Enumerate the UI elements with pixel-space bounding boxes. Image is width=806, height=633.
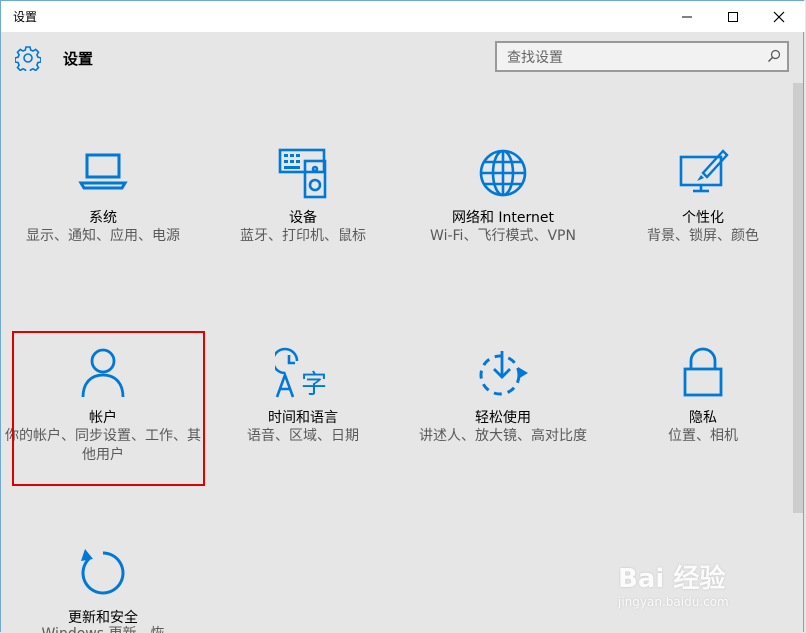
tile-name: 设备 [289, 210, 317, 226]
maximize-icon [728, 11, 738, 22]
close-button[interactable] [756, 1, 802, 32]
tile-devices[interactable]: 设备 蓝牙、打印机、鼠标 [203, 147, 403, 277]
lock-icon [603, 347, 803, 403]
laptop-icon [3, 147, 203, 203]
tile-name: 系统 [89, 210, 117, 226]
close-icon [773, 11, 785, 22]
tile-description: Wi-Fi、飞行模式、VPN [430, 228, 576, 244]
selection-highlight-box [12, 331, 205, 486]
search-input[interactable] [497, 43, 769, 72]
ease-of-access-icon [403, 347, 603, 403]
search-icon[interactable] [767, 49, 781, 63]
tile-personalization[interactable]: 个性化 背景、锁屏、颜色 [603, 147, 803, 277]
gear-icon [15, 46, 41, 71]
tile-name: 网络和 Internet [451, 210, 555, 226]
svg-text:字: 字 [301, 370, 327, 399]
watermark-brand: Bai 经验 [618, 564, 726, 594]
tile-description: 蓝牙、打印机、鼠标 [240, 228, 366, 244]
search-box[interactable] [495, 41, 789, 72]
tile-description: 显示、通知、应用、电源 [26, 228, 180, 244]
tile-description: 位置、相机 [668, 428, 738, 444]
tile-update-security[interactable]: 更新和安全 Windows 更新、恢 [3, 547, 203, 633]
refresh-icon [3, 547, 203, 603]
watermark-url: jingyan.baidu.com [618, 595, 729, 609]
title-bar: 设置 [1, 1, 805, 32]
tile-name: 个性化 [682, 210, 724, 226]
tile-description: 语音、区域、日期 [247, 428, 359, 444]
tile-ease-of-access[interactable]: 轻松使用 讲述人、放大镜、高对比度 [403, 347, 603, 477]
tile-description: 讲述人、放大镜、高对比度 [419, 428, 587, 444]
watermark: Bai 经验 jingyan.baidu.com [618, 558, 768, 618]
tile-name: 轻松使用 [475, 410, 531, 426]
tile-description: 背景、锁屏、颜色 [647, 228, 759, 244]
devices-icon [203, 147, 403, 203]
minimize-button[interactable] [664, 1, 710, 32]
window-title: 设置 [13, 10, 38, 24]
tile-system[interactable]: 系统 显示、通知、应用、电源 [3, 147, 203, 277]
maximize-button[interactable] [710, 1, 756, 32]
page-title: 设置 [63, 50, 94, 68]
time-language-icon: 字 [203, 347, 403, 403]
personalization-icon [603, 147, 803, 203]
minimize-icon [682, 16, 692, 17]
tile-name: 时间和语言 [268, 410, 338, 426]
tile-time-language[interactable]: 字 时间和语言 语音、区域、日期 [203, 347, 403, 477]
tile-network[interactable]: 网络和 Internet Wi-Fi、飞行模式、VPN [403, 147, 603, 277]
settings-window: 设置 设置 系统 显示、通知、应用、电源 [0, 0, 805, 633]
tile-name: 更新和安全 [68, 610, 138, 626]
tile-privacy[interactable]: 隐私 位置、相机 [603, 347, 803, 477]
globe-icon [403, 147, 603, 203]
tile-name: 隐私 [689, 410, 717, 426]
